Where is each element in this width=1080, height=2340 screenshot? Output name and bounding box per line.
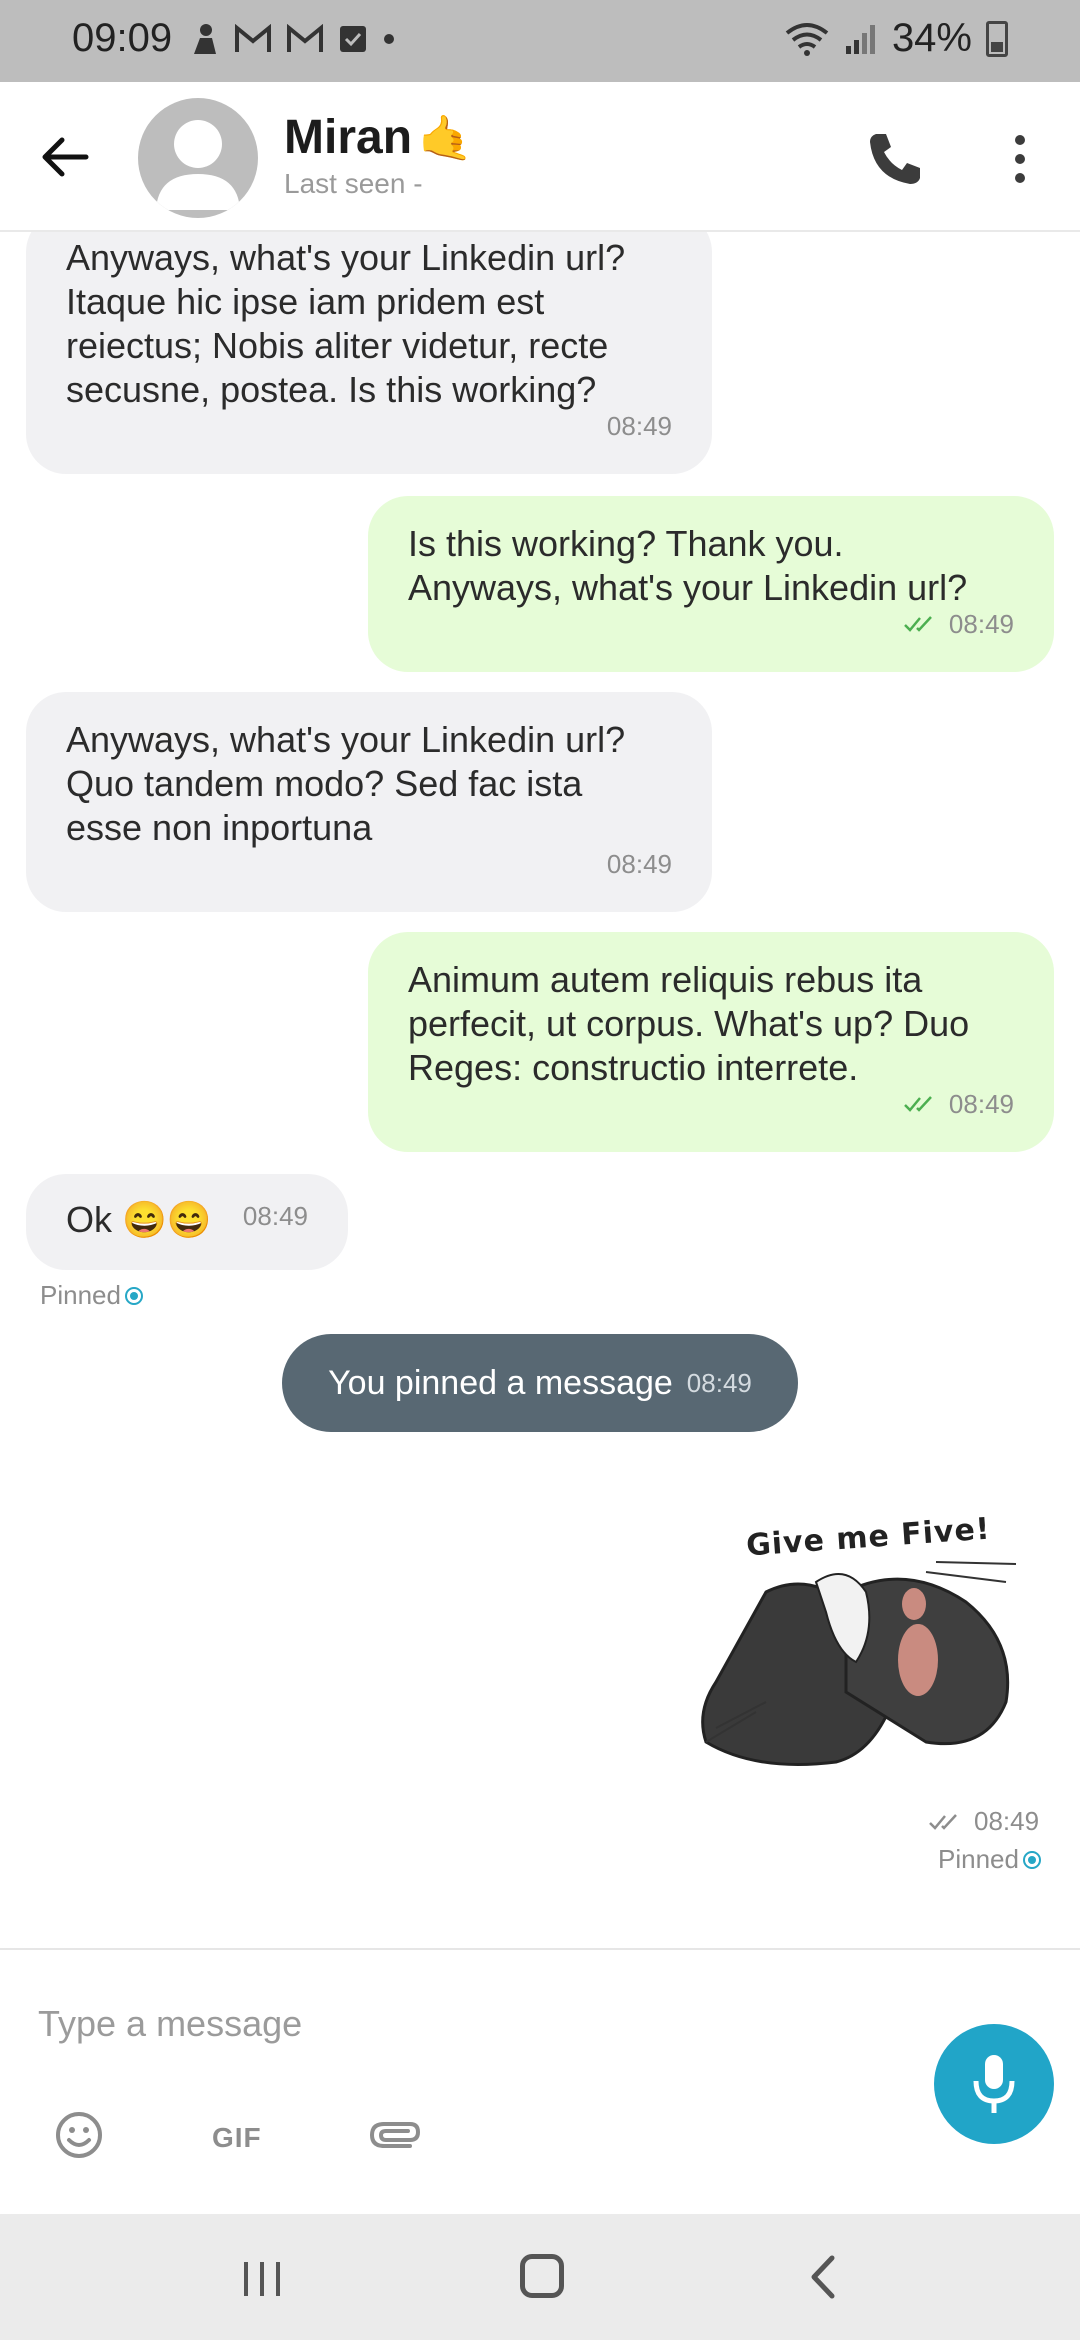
last-seen-status: Last seen -	[284, 168, 423, 199]
double-check-icon	[904, 616, 932, 632]
pinned-label: Pinned	[40, 1280, 121, 1310]
home-icon[interactable]	[520, 2254, 564, 2298]
message-meta: 08:49	[607, 404, 672, 448]
microphone-button[interactable]	[934, 2024, 1054, 2144]
checkbox-icon	[340, 26, 366, 52]
message-meta: 08:49	[243, 1194, 308, 1238]
message-time: 08:49	[948, 1089, 1014, 1119]
avatar[interactable]	[138, 98, 258, 218]
chat-header: Miran 🤙 Last seen -	[0, 82, 1080, 232]
message-text: Anyways, what's your Linkedin url? Itaqu…	[66, 237, 626, 410]
system-message-time: 08:49	[686, 1367, 752, 1398]
sticker-meta: 08:49	[928, 1806, 1039, 1837]
incoming-message[interactable]: Ok 😄😄 08:49	[26, 1174, 348, 1270]
message-text: Is this working? Thank you. Anyways, wha…	[408, 523, 968, 608]
signal-icon	[845, 24, 875, 54]
message-time: 08:49	[242, 1201, 308, 1231]
pinned-label: Pinned	[938, 1844, 1019, 1874]
status-time: 09:09	[72, 16, 173, 60]
message-composer: GIF	[0, 1948, 1080, 2214]
status-bar: 09:09 34%	[0, 0, 1080, 82]
sticker-message[interactable]: Give me Five!	[696, 1502, 1036, 1792]
battery-percent: 34%	[891, 16, 972, 60]
person-icon	[194, 24, 216, 54]
phone-icon[interactable]	[862, 126, 928, 192]
gmail-icon	[235, 24, 271, 52]
contact-emoji: 🤙	[418, 114, 473, 163]
back-arrow-icon[interactable]	[30, 122, 100, 192]
message-meta: 08:49	[903, 1082, 1014, 1126]
double-check-icon	[929, 1813, 957, 1830]
dot-icon	[384, 34, 394, 44]
message-list[interactable]: Anyways, what's your Linkedin url? Itaqu…	[0, 232, 1080, 1948]
message-text: Anyways, what's your Linkedin url? Quo t…	[66, 719, 626, 848]
gmail-icon	[287, 24, 323, 52]
pinned-indicator: Pinned	[938, 1844, 1041, 1875]
notification-icons	[190, 22, 396, 56]
message-meta: 08:49	[607, 842, 672, 886]
message-time: 08:49	[974, 1806, 1040, 1836]
system-navigation-bar	[0, 2214, 1080, 2340]
message-meta: 08:49	[903, 602, 1014, 646]
nav-back-icon[interactable]	[808, 2254, 838, 2300]
message-text: Animum autem reliquis rebus ita perfecit…	[408, 959, 970, 1088]
battery-icon	[986, 20, 1008, 57]
emoji-icon[interactable]	[54, 2110, 104, 2160]
incoming-message[interactable]: Anyways, what's your Linkedin url? Itaqu…	[26, 232, 712, 474]
contact-name[interactable]: Miran	[284, 110, 412, 165]
incoming-message[interactable]: Anyways, what's your Linkedin url? Quo t…	[26, 692, 712, 912]
pin-icon	[124, 1286, 143, 1305]
more-options-icon[interactable]	[1000, 126, 1040, 192]
paperclip-icon[interactable]	[366, 2110, 422, 2160]
microphone-icon	[973, 2055, 1015, 2113]
pin-icon	[1022, 1850, 1041, 1869]
message-time: 08:49	[948, 609, 1014, 639]
default-avatar-icon	[156, 120, 240, 210]
message-time: 08:49	[606, 849, 672, 879]
wifi-icon	[785, 22, 829, 56]
message-time: 08:49	[606, 411, 672, 441]
system-message-pill: You pinned a message 08:49	[282, 1334, 798, 1432]
system-message-text: You pinned a message	[328, 1363, 673, 1402]
outgoing-message[interactable]: Animum autem reliquis rebus ita perfecit…	[368, 932, 1054, 1152]
outgoing-message[interactable]: Is this working? Thank you. Anyways, wha…	[368, 496, 1054, 672]
pinned-indicator: Pinned	[40, 1280, 143, 1311]
status-right: 34%	[784, 16, 1008, 61]
double-check-icon	[904, 1096, 932, 1112]
gif-button[interactable]: GIF	[212, 2122, 262, 2154]
recent-apps-icon[interactable]	[240, 2258, 284, 2298]
message-input[interactable]	[38, 1994, 898, 2054]
